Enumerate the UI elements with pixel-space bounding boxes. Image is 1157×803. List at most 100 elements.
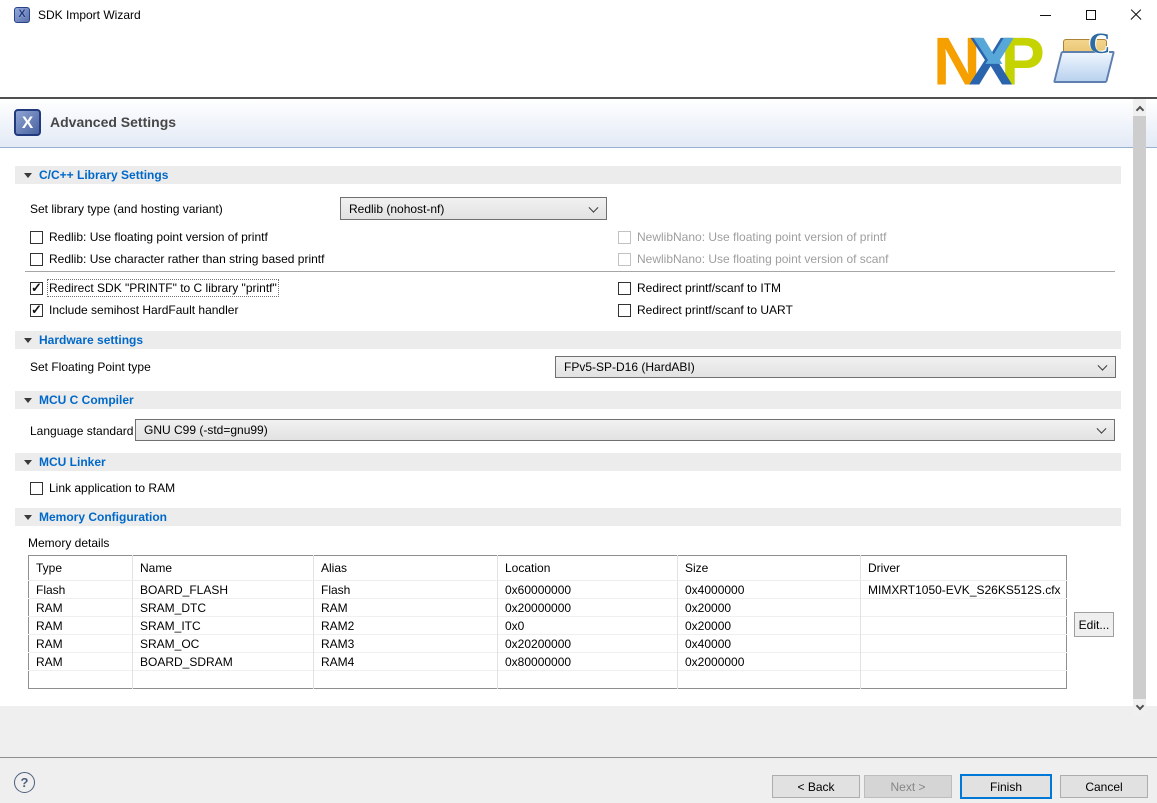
checkbox-label: Redirect SDK "PRINTF" to C library "prin…	[49, 281, 277, 295]
table-cell	[29, 671, 133, 689]
collapse-triangle-icon	[24, 173, 32, 178]
checkbox-redlib-float-printf[interactable]: Redlib: Use floating point version of pr…	[30, 229, 268, 245]
checkbox-redirect-sdk-printf[interactable]: Redirect SDK "PRINTF" to C library "prin…	[30, 280, 277, 296]
table-cell: 0x40000	[678, 635, 861, 653]
fpu-type-label: Set Floating Point type	[30, 360, 151, 374]
table-cell: SRAM_ITC	[133, 617, 314, 635]
table-header-row: TypeNameAliasLocationSizeDriver	[29, 556, 1067, 581]
scroll-up-button[interactable]	[1133, 99, 1146, 116]
column-header[interactable]: Location	[498, 556, 678, 581]
table-cell: RAM4	[314, 653, 498, 671]
column-header[interactable]: Driver	[861, 556, 1067, 581]
chevron-up-icon	[1135, 105, 1143, 113]
table-row[interactable]: RAMBOARD_SDRAMRAM40x800000000x2000000	[29, 653, 1067, 671]
checkbox-box	[30, 482, 43, 495]
table-cell	[861, 653, 1067, 671]
column-header[interactable]: Name	[133, 556, 314, 581]
scroll-down-button[interactable]	[1133, 699, 1146, 716]
checkbox-redirect-uart[interactable]: Redirect printf/scanf to UART	[618, 302, 793, 318]
finish-button[interactable]: Finish	[960, 774, 1052, 799]
maximize-icon	[1086, 10, 1096, 20]
table-cell: Flash	[314, 581, 498, 599]
nxp-logo: N XX P C	[933, 33, 1117, 93]
table-cell	[861, 599, 1067, 617]
logo-strip: N XX P C	[0, 30, 1157, 97]
checkbox-semihost-hardfault[interactable]: Include semihost HardFault handler	[30, 302, 238, 318]
table-cell: RAM2	[314, 617, 498, 635]
table-cell	[678, 671, 861, 689]
back-button[interactable]: < Back	[772, 775, 860, 798]
checkbox-newlibnano-float-printf[interactable]: NewlibNano: Use floating point version o…	[618, 229, 886, 245]
checkbox-box	[618, 304, 631, 317]
close-button[interactable]	[1115, 0, 1157, 30]
checkbox-box	[618, 253, 631, 266]
checkbox-label: NewlibNano: Use floating point version o…	[637, 252, 888, 266]
checkbox-link-to-ram[interactable]: Link application to RAM	[30, 480, 175, 496]
table-cell	[861, 617, 1067, 635]
minimize-icon	[1040, 15, 1051, 16]
section-title: C/C++ Library Settings	[39, 168, 168, 182]
window-title: SDK Import Wizard	[38, 8, 141, 22]
checkbox-box	[30, 304, 43, 317]
fpu-type-select[interactable]: FPv5-SP-D16 (HardABI)	[555, 356, 1116, 378]
memory-details-label: Memory details	[28, 536, 109, 550]
fpu-type-value: FPv5-SP-D16 (HardABI)	[564, 360, 695, 374]
table-cell: 0x0	[498, 617, 678, 635]
checkbox-box	[618, 282, 631, 295]
table-row[interactable]: RAMSRAM_ITCRAM20x00x20000	[29, 617, 1067, 635]
checkbox-label: Redirect printf/scanf to ITM	[637, 281, 781, 295]
column-header[interactable]: Alias	[314, 556, 498, 581]
table-row[interactable]: FlashBOARD_FLASHFlash0x600000000x4000000…	[29, 581, 1067, 599]
table-cell: RAM	[29, 635, 133, 653]
table-cell: 0x20000	[678, 617, 861, 635]
section-hardware-settings[interactable]: Hardware settings	[15, 331, 1121, 349]
scrollbar-thumb[interactable]	[1133, 116, 1146, 699]
language-standard-select[interactable]: GNU C99 (-std=gnu99)	[135, 419, 1115, 441]
section-mcu-c-compiler[interactable]: MCU C Compiler	[15, 391, 1121, 409]
checkbox-group-separator	[25, 271, 1115, 272]
section-title: MCU C Compiler	[39, 393, 134, 407]
collapse-triangle-icon	[24, 460, 32, 465]
checkbox-label: Redlib: Use character rather than string…	[49, 252, 324, 266]
table-cell: 0x20000000	[498, 599, 678, 617]
table-cell	[498, 671, 678, 689]
section-memory-configuration[interactable]: Memory Configuration	[15, 508, 1121, 526]
column-header[interactable]: Type	[29, 556, 133, 581]
checkbox-redirect-itm[interactable]: Redirect printf/scanf to ITM	[618, 280, 781, 296]
table-cell	[861, 635, 1067, 653]
language-standard-label: Language standard	[30, 424, 133, 438]
table-cell: RAM	[29, 599, 133, 617]
table-cell	[861, 671, 1067, 689]
table-cell: MIMXRT1050-EVK_S26KS512S.cfx	[861, 581, 1067, 599]
checkbox-box	[30, 231, 43, 244]
library-type-label: Set library type (and hosting variant)	[30, 202, 223, 216]
section-mcu-linker[interactable]: MCU Linker	[15, 453, 1121, 471]
memory-table[interactable]: TypeNameAliasLocationSizeDriver FlashBOA…	[28, 555, 1067, 689]
edit-button[interactable]: Edit...	[1074, 612, 1114, 637]
checkbox-label: Include semihost HardFault handler	[49, 303, 238, 317]
section-library-settings[interactable]: C/C++ Library Settings	[15, 166, 1121, 184]
table-row[interactable]: RAMSRAM_DTCRAM0x200000000x20000	[29, 599, 1067, 617]
maximize-button[interactable]	[1070, 0, 1112, 30]
table-cell: BOARD_SDRAM	[133, 653, 314, 671]
library-type-select[interactable]: Redlib (nohost-nf)	[340, 197, 607, 220]
checkbox-label: NewlibNano: Use floating point version o…	[637, 230, 886, 244]
table-cell: 0x4000000	[678, 581, 861, 599]
vertical-scrollbar[interactable]	[1133, 99, 1146, 716]
help-button[interactable]: ?	[14, 772, 35, 793]
section-title: MCU Linker	[39, 455, 106, 469]
table-cell: 0x20000	[678, 599, 861, 617]
column-header[interactable]: Size	[678, 556, 861, 581]
table-cell	[133, 671, 314, 689]
checkbox-redlib-char-printf[interactable]: Redlib: Use character rather than string…	[30, 251, 324, 267]
table-row[interactable]	[29, 671, 1067, 689]
checkbox-label: Redlib: Use floating point version of pr…	[49, 230, 268, 244]
table-cell: 0x60000000	[498, 581, 678, 599]
cancel-button[interactable]: Cancel	[1060, 775, 1148, 798]
table-row[interactable]: RAMSRAM_OCRAM30x202000000x40000	[29, 635, 1067, 653]
page-title: Advanced Settings	[50, 114, 176, 130]
table-cell: RAM	[29, 617, 133, 635]
checkbox-newlibnano-float-scanf[interactable]: NewlibNano: Use floating point version o…	[618, 251, 888, 267]
app-icon: X	[14, 7, 30, 23]
collapse-triangle-icon	[24, 515, 32, 520]
